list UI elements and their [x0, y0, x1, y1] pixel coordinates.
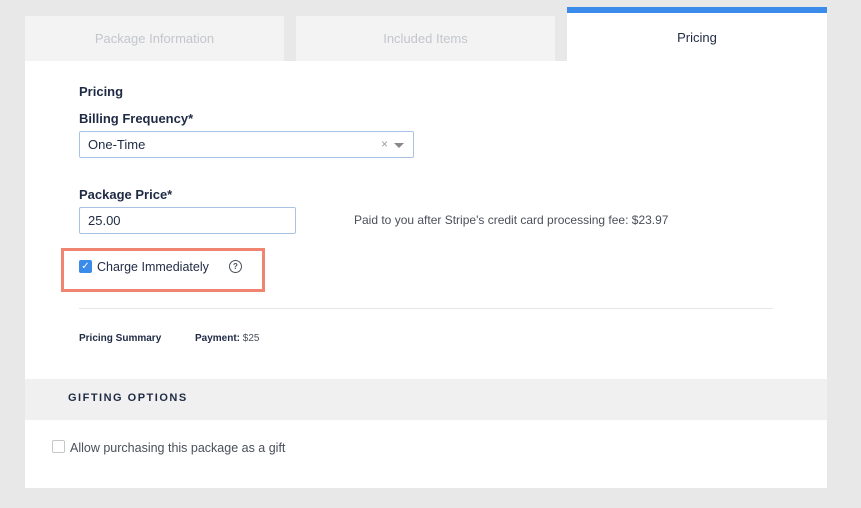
gifting-options-title: GIFTING OPTIONS [68, 392, 188, 404]
billing-frequency-select[interactable]: One-Time × [79, 131, 414, 158]
tab-bar: Package Information Included Items Prici… [25, 7, 827, 61]
tab-package-information[interactable]: Package Information [25, 16, 284, 61]
charge-immediately-label[interactable]: Charge Immediately [97, 260, 209, 274]
billing-frequency-label: Billing Frequency* [79, 111, 194, 126]
pricing-summary-label: Pricing Summary [79, 333, 162, 344]
help-icon[interactable]: ? [229, 260, 242, 273]
gift-checkbox-label[interactable]: Allow purchasing this package as a gift [70, 441, 285, 455]
chevron-down-icon[interactable] [394, 143, 404, 148]
billing-frequency-value: One-Time [88, 137, 146, 152]
tab-pricing[interactable]: Pricing [567, 7, 827, 61]
pricing-panel: Pricing Billing Frequency* One-Time × Pa… [25, 61, 827, 488]
tab-included-items[interactable]: Included Items [296, 16, 555, 61]
gifting-options-header: GIFTING OPTIONS [25, 379, 827, 420]
charge-immediately-checkbox[interactable]: ✓ [79, 260, 92, 273]
section-title: Pricing [79, 84, 124, 99]
gift-checkbox[interactable] [52, 440, 65, 453]
payment-value: $25 [242, 333, 260, 344]
package-price-label: Package Price* [79, 187, 173, 202]
fee-note: Paid to you after Stripe's credit card p… [354, 213, 669, 227]
package-price-input[interactable] [79, 207, 296, 234]
divider [79, 308, 773, 309]
pricing-summary-payment: Payment: $25 [195, 333, 259, 344]
clear-icon[interactable]: × [381, 137, 388, 151]
payment-label: Payment: [195, 333, 241, 344]
